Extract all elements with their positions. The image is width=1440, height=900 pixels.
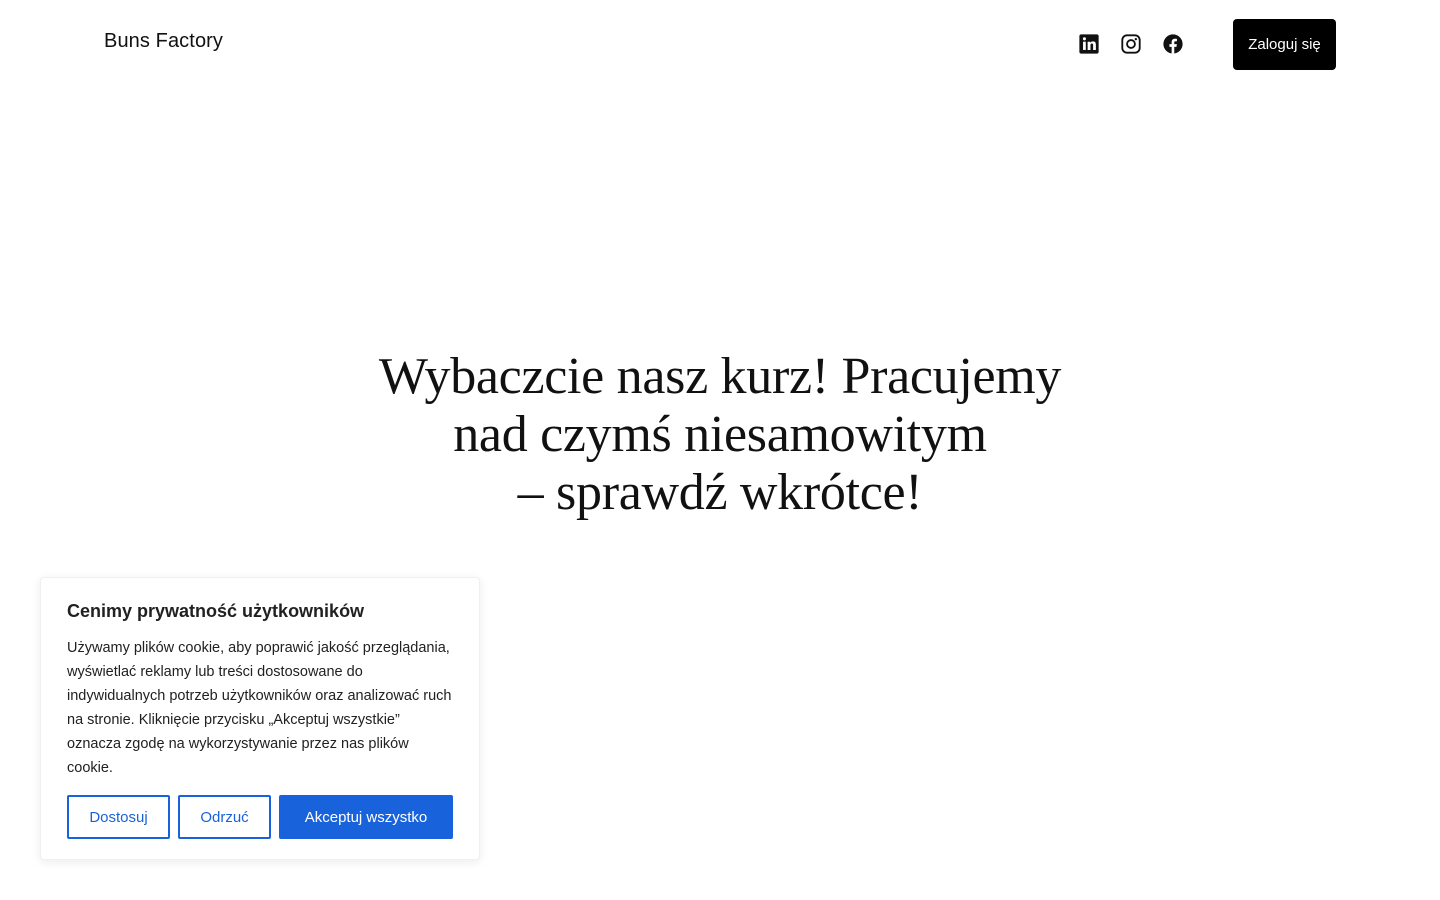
hero-line-2: nad czymś niesamowitym: [453, 406, 987, 463]
hero-line-1: Wybaczcie nasz kurz! Pracujemy: [378, 348, 1062, 405]
linkedin-icon: [1079, 34, 1099, 54]
facebook-icon: [1163, 34, 1183, 54]
cookie-actions: Dostosuj Odrzuć Akceptuj wszystko: [67, 795, 453, 839]
site-header: Buns Factory Zaloguj się: [0, 0, 1440, 90]
cookie-title: Cenimy prywatność użytkowników: [67, 601, 365, 621]
reject-button[interactable]: Odrzuć: [178, 795, 271, 839]
cookie-consent-banner: Cenimy prywatność użytkowników Używamy p…: [40, 577, 480, 860]
instagram-link[interactable]: [1120, 33, 1142, 55]
facebook-link[interactable]: [1162, 33, 1184, 55]
social-links: [1078, 33, 1184, 55]
instagram-icon: [1121, 34, 1141, 54]
customize-button[interactable]: Dostosuj: [67, 795, 170, 839]
login-button[interactable]: Zaloguj się: [1233, 19, 1336, 70]
accept-all-button[interactable]: Akceptuj wszystko: [279, 795, 453, 839]
hero-line-3: – sprawdź wkrótce!: [517, 464, 923, 521]
linkedin-link[interactable]: [1078, 33, 1100, 55]
cookie-description: Używamy plików cookie, aby poprawić jako…: [67, 640, 452, 776]
site-title[interactable]: Buns Factory: [104, 30, 223, 53]
hero-heading: Wybaczcie nasz kurz! Pracujemy nad czymś…: [320, 348, 1120, 522]
